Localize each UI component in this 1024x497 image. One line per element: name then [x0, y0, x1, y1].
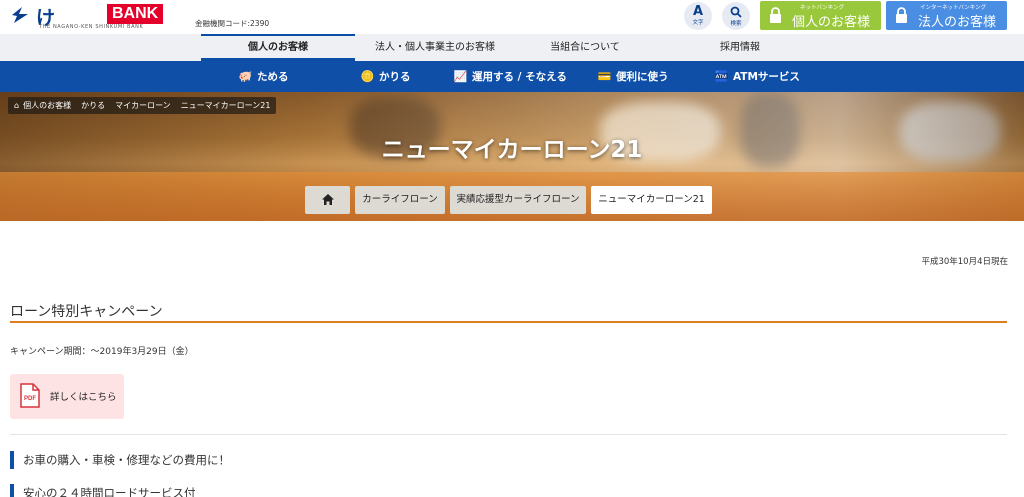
campaign-period: キャンペーン期間：～2019年3月29日（金）: [10, 347, 194, 357]
home-icon: ⌂: [14, 101, 20, 110]
nav-personal[interactable]: 個人のお客様: [201, 34, 355, 61]
chart-up-icon: 📈: [453, 70, 468, 83]
text-size-icon: A: [692, 4, 704, 19]
nav-recruit[interactable]: 採用情報: [670, 34, 810, 61]
lock-icon: [770, 7, 781, 23]
nav-borrow-label: かりる: [379, 71, 411, 83]
nav-save[interactable]: 🐖 ためる: [238, 61, 289, 92]
breadcrumb-item[interactable]: かりる: [81, 101, 105, 110]
pdf-icon: PDF: [20, 383, 40, 408]
corporate-login-label: 法人のお客様: [918, 15, 997, 30]
lock-icon: [896, 7, 907, 23]
personal-login-label: 個人のお客様: [792, 15, 871, 30]
divider: [10, 434, 1007, 435]
coin-hand-icon: 🪙: [360, 70, 375, 83]
tab-carlife-loan[interactable]: カーライフローン: [355, 186, 445, 214]
personal-login-sub: ネットバンキング: [800, 5, 845, 11]
personal-login-button[interactable]: ネットバンキング 個人のお客様: [760, 1, 881, 30]
atm-icon: 🏧: [714, 70, 729, 83]
corporate-login-button[interactable]: インターネットバンキング 法人のお客様: [886, 1, 1007, 30]
tab-performance-carlife-loan[interactable]: 実績応援型カーライフローン: [450, 186, 586, 214]
section-heading: ローン特別キャンペーン: [10, 301, 1007, 323]
breadcrumb-item[interactable]: 個人のお客様: [23, 101, 71, 110]
pdf-details-button[interactable]: PDF 詳しくはこちら: [10, 374, 124, 419]
breadcrumb-item[interactable]: マイカーローン: [115, 101, 171, 110]
breadcrumb: ⌂ 個人のお客様 かりる マイカーローン ニューマイカーローン21: [8, 97, 277, 114]
logo-bank: BANK: [107, 4, 164, 24]
secondary-nav: 🐖 ためる 🪙 かりる 📈 運用する / そなえる 💳 便利に使う 🏧 ATMサービス: [0, 61, 1024, 92]
search-label: 検索: [730, 21, 742, 27]
nav-atm[interactable]: 🏧 ATMサービス: [714, 61, 800, 92]
feature-heading: お車の購入・車検・修理などの費用に！: [10, 451, 230, 469]
search-icon: [730, 6, 742, 18]
top-header: けんしん BANK THE NAGANO-KEN SHINKUMI BANK 金…: [0, 0, 1024, 110]
nav-invest[interactable]: 📈 運用する / そなえる: [453, 61, 567, 92]
breadcrumb-current: ニューマイカーローン21: [180, 101, 271, 110]
nav-borrow[interactable]: 🪙 かりる: [360, 61, 411, 92]
as-of-date: 平成30年10月4日現在: [921, 257, 1008, 267]
tab-home[interactable]: [305, 186, 350, 214]
logo-subtitle: THE NAGANO-KEN SHINKUMI BANK: [39, 24, 144, 30]
nav-convenient-label: 便利に使う: [616, 71, 669, 83]
nav-save-label: ためる: [257, 71, 289, 83]
nav-corporate[interactable]: 法人・個人事業主のお客様: [360, 34, 510, 61]
feature-heading: 安心の２４時間ロードサービス付: [10, 484, 196, 497]
text-size-button[interactable]: A 文字: [684, 2, 712, 30]
nav-about[interactable]: 当組合について: [515, 34, 655, 61]
home-icon: [321, 194, 334, 205]
nav-invest-label: 運用する / そなえる: [472, 71, 567, 83]
svg-text:PDF: PDF: [24, 396, 36, 402]
nav-atm-label: ATMサービス: [733, 71, 800, 83]
pdf-button-label: 詳しくはこちら: [50, 392, 117, 403]
card-icon: 💳: [597, 70, 612, 83]
corporate-login-sub: インターネットバンキング: [920, 5, 987, 11]
primary-nav: 個人のお客様 法人・個人事業主のお客様 当組合について 採用情報: [0, 34, 1024, 61]
search-button[interactable]: 検索: [722, 2, 750, 30]
page-title: ニューマイカーローン21: [381, 137, 643, 163]
logo-mark-icon: [12, 7, 28, 23]
piggy-bank-icon: 🐖: [238, 70, 253, 83]
tab-new-mycar-loan-21[interactable]: ニューマイカーローン21: [591, 186, 712, 214]
text-size-label: 文字: [692, 20, 704, 26]
bank-code: 金融機関コード:2390: [195, 19, 270, 28]
nav-convenient[interactable]: 💳 便利に使う: [597, 61, 669, 92]
